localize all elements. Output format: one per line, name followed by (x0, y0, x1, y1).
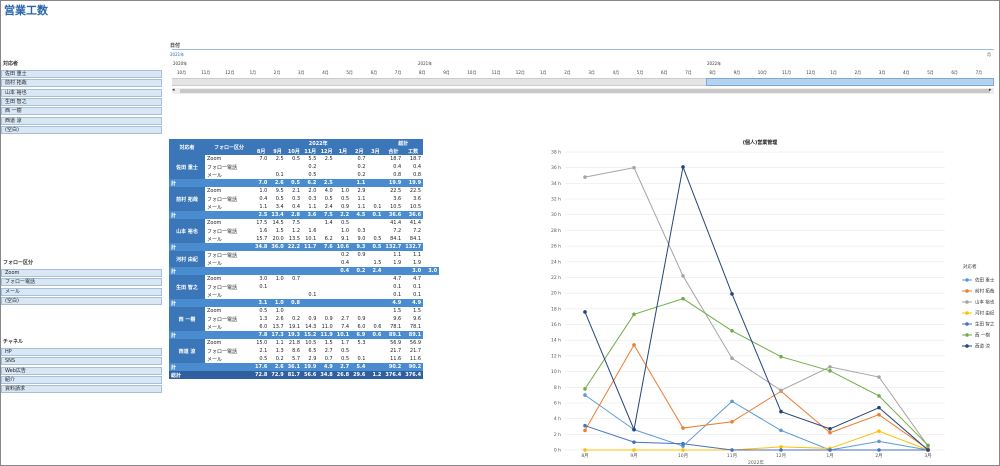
x-tick-label: 8月 (581, 453, 588, 459)
data-point (583, 393, 587, 397)
y-tick-label: 8 h (554, 385, 561, 391)
legend-marker (965, 311, 969, 315)
data-point (828, 427, 832, 431)
data-point (583, 175, 587, 179)
legend-title: 対応者 (963, 263, 977, 270)
y-tick-label: 32 h (551, 197, 561, 203)
legend-item: 佐田 重士 (975, 277, 995, 284)
series-line (584, 343, 929, 450)
series-line (584, 165, 929, 451)
data-point (779, 388, 783, 393)
data-point (681, 296, 685, 301)
series-line (584, 167, 929, 447)
data-point (828, 430, 832, 435)
y-tick-label: 18 h (551, 306, 561, 312)
y-tick-label: 4 h (554, 416, 561, 422)
legend-marker (965, 344, 969, 348)
y-tick-label: 16 h (551, 322, 561, 328)
data-point (583, 387, 587, 391)
data-point (877, 375, 881, 379)
y-tick-label: 26 h (551, 244, 561, 250)
data-point (583, 423, 587, 428)
x-tick-label: 11月 (727, 453, 737, 459)
data-point (730, 292, 734, 296)
data-point (681, 426, 685, 430)
data-point (779, 409, 783, 414)
data-point (632, 165, 636, 170)
data-point (583, 448, 587, 452)
data-point (730, 448, 734, 452)
data-point (632, 427, 636, 432)
data-point (681, 448, 685, 452)
y-tick-label: 2 h (554, 432, 561, 438)
y-tick-label: 30 h (551, 212, 561, 218)
data-point (877, 412, 881, 417)
data-point (828, 365, 832, 369)
data-point (828, 448, 832, 452)
data-point (877, 429, 881, 433)
data-point (730, 399, 734, 404)
legend-marker (965, 278, 969, 282)
data-point (681, 441, 685, 446)
series-line (584, 425, 928, 451)
y-tick-label: 28 h (551, 228, 561, 234)
x-tick-label: 12月 (776, 453, 786, 459)
legend-item: 西道 涼 (975, 343, 990, 350)
legend-marker (965, 289, 969, 293)
line-chart: 0 h 2 h 4 h 6 h 8 h 10 h 12 h 14 h 16 h 18 h 20 h 2… (551, 150, 995, 466)
y-tick-label: 20 h (551, 291, 561, 297)
y-tick-label: 6 h (554, 400, 561, 406)
legend-marker (965, 300, 969, 304)
data-point (877, 448, 881, 452)
data-point (632, 448, 636, 452)
y-tick-label: 0 h (554, 448, 561, 454)
series-line (584, 298, 929, 446)
data-point (926, 448, 930, 452)
x-tick-label: 3月 (924, 453, 931, 459)
data-point (926, 443, 930, 448)
y-tick-label: 10 h (551, 369, 561, 375)
data-point (632, 343, 636, 347)
y-tick-label: 22 h (551, 275, 561, 281)
legend-item: 西 一樹 (975, 332, 990, 339)
y-tick-label: 14 h (551, 338, 561, 344)
y-tick-label: 36 h (551, 165, 561, 171)
legend-item: 生田 智之 (975, 321, 995, 328)
legend-item: 山本 裕也 (975, 299, 995, 306)
y-tick-label: 24 h (551, 259, 561, 265)
x-tick-label: 1月 (826, 453, 833, 459)
series-line (585, 430, 929, 451)
data-point (632, 440, 636, 444)
data-point (681, 165, 685, 169)
data-point (730, 419, 734, 424)
data-point (779, 448, 783, 452)
data-point (828, 368, 832, 373)
legend-item: 前村 拓哉 (975, 288, 995, 295)
y-tick-label: 34 h (551, 181, 561, 187)
x-tick-label: 2月 (875, 453, 882, 459)
data-point (583, 310, 587, 314)
legend-item: 河村 由紀 (975, 310, 995, 317)
data-point (730, 356, 734, 361)
legend-marker (965, 333, 969, 337)
y-tick-label: 12 h (551, 353, 561, 359)
data-point (779, 354, 783, 359)
x-axis-label: 2022年 (748, 459, 764, 466)
data-point (779, 428, 783, 433)
data-point (681, 274, 685, 278)
y-tick-label: 38 h (551, 150, 561, 156)
data-point (583, 428, 587, 433)
x-tick-label: 10月 (678, 453, 688, 459)
data-point (779, 445, 783, 449)
x-tick-label: 9月 (630, 453, 637, 459)
data-point (730, 329, 734, 333)
data-point (877, 439, 881, 444)
legend-marker (965, 322, 969, 326)
data-point (632, 312, 636, 317)
data-point (877, 394, 881, 398)
data-point (877, 405, 881, 410)
